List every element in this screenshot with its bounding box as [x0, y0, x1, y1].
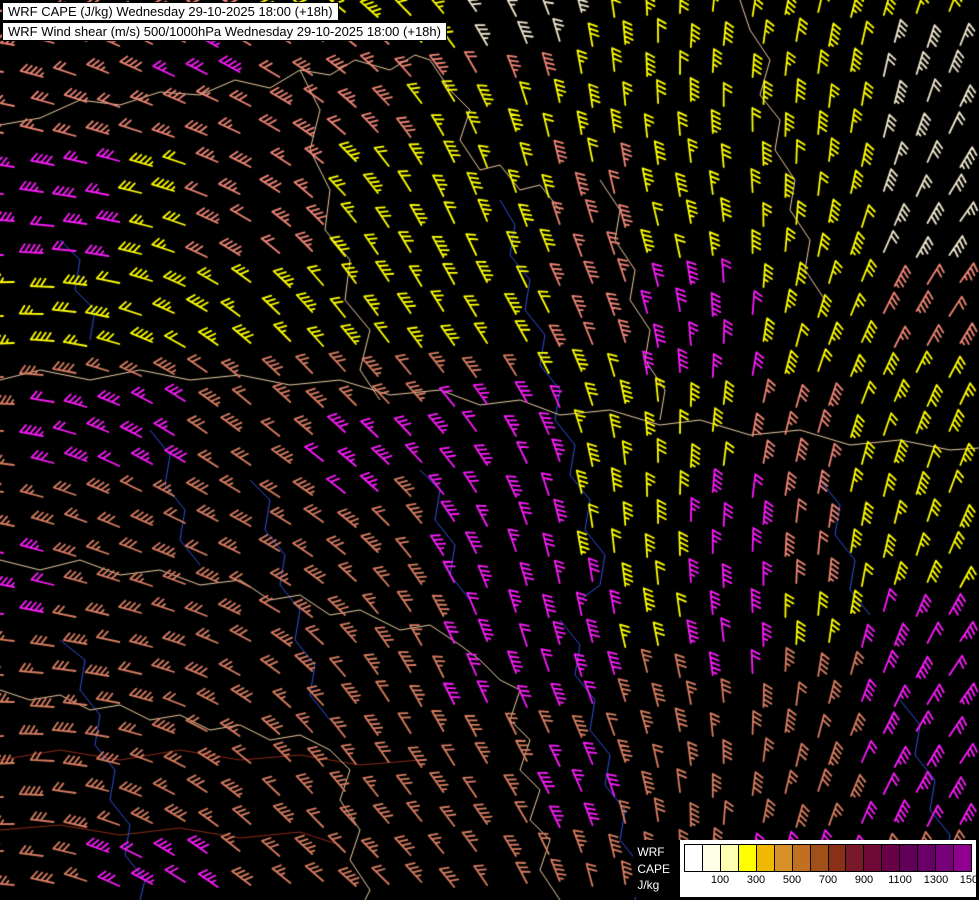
legend-tick-label: 700	[818, 874, 838, 887]
legend-color-cell	[719, 844, 738, 873]
legend-variable-label: CAPE	[637, 861, 670, 876]
legend-color-cell	[935, 844, 954, 873]
legend-label: WRF CAPE J/kg	[633, 840, 680, 897]
legend-colorbar	[684, 844, 972, 873]
legend-tick-label: 900	[854, 874, 874, 887]
legend-tick-label: 500	[782, 874, 802, 887]
legend-color-cell	[899, 844, 918, 873]
legend-color-cell	[881, 844, 900, 873]
legend-colorbar-panel: 100 300 500 700 900 1100 1300 1500	[680, 840, 979, 897]
legend-color-cell	[755, 844, 774, 873]
legend: WRF CAPE J/kg 100 300 500 700 900 1100 1300 150…	[633, 840, 979, 897]
legend-color-cell	[791, 844, 810, 873]
legend-color-cell	[845, 844, 864, 873]
legend-tick-label: 1500	[959, 874, 979, 887]
weather-map: WRF CAPE (J/kg) Wednesday 29-10-2025 18:…	[0, 0, 979, 900]
legend-color-cell	[809, 844, 828, 873]
legend-color-cell	[827, 844, 846, 873]
legend-color-cell	[917, 844, 936, 873]
legend-color-cell	[863, 844, 882, 873]
legend-tick-label: 100	[710, 874, 730, 887]
legend-model-label: WRF	[637, 845, 665, 860]
legend-color-cell	[953, 844, 972, 873]
legend-color-cell	[684, 844, 702, 873]
legend-tick-label: 1100	[888, 874, 912, 887]
legend-unit-label: J/kg	[637, 877, 660, 892]
legend-tick-label: 300	[746, 874, 766, 887]
map-title-cape: WRF CAPE (J/kg) Wednesday 29-10-2025 18:…	[2, 2, 339, 21]
weather-map-canvas	[0, 0, 979, 900]
legend-color-cell	[737, 844, 756, 873]
legend-color-cell	[773, 844, 792, 873]
map-title-windshear: WRF Wind shear (m/s) 500/1000hPa Wednesd…	[2, 22, 447, 41]
legend-color-cell	[701, 844, 720, 873]
legend-tick-labels: 100 300 500 700 900 1100 1300 1500	[684, 872, 979, 888]
legend-tick-label: 1300	[923, 874, 949, 887]
